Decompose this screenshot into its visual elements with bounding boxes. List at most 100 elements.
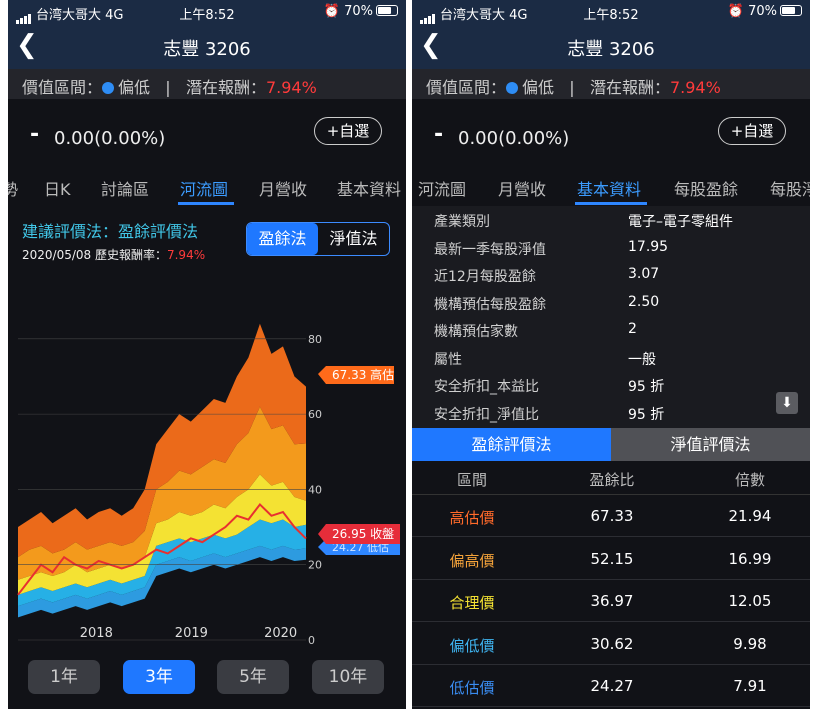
book-value-method-button[interactable]: 淨值法: [318, 223, 389, 255]
row-name: 低估價: [449, 679, 495, 698]
nav-bar: ❮ 志豐 3206: [8, 24, 406, 69]
row-multiple: 16.99: [728, 549, 772, 568]
period-1y-button[interactable]: 1年: [28, 660, 100, 694]
tab-eps[interactable]: 每股盈餘: [674, 176, 738, 200]
x-tick-label: 2020: [264, 626, 297, 641]
header-multiple: 倍數: [734, 471, 765, 489]
info-value: 電子–電子零組件: [628, 214, 733, 230]
river-chart: 020406080 2018 2019 2020 67.33 高估 24.27 低估…: [17, 323, 400, 647]
row-price: 36.97: [590, 592, 634, 611]
battery-percent: 70%: [344, 4, 373, 19]
info-row: 產業類別 電子–電子零組件: [412, 206, 810, 233]
river-header: 建議評價法：盈餘評價法 2020/05/08 歷史報酬率：7.94% 盈餘法 淨…: [8, 210, 406, 266]
header-price: 盈餘比: [589, 471, 635, 489]
info-key: 機構預估家數: [434, 324, 518, 340]
x-tick-label: 2018: [80, 626, 113, 641]
tab-bar: 河流圖 月營收 基本資料 每股盈餘 每股淨: [412, 164, 810, 206]
add-watchlist-button[interactable]: +自選: [718, 117, 786, 145]
row-name: 偏低價: [449, 636, 495, 655]
price-row: - 0.00(0.00%) +自選: [8, 112, 406, 162]
valuation-method-tabs: 盈餘評價法 淨值評價法: [412, 428, 810, 461]
info-value: 一般: [628, 351, 656, 368]
tab-daily-k[interactable]: 日K: [44, 176, 71, 200]
info-row: 最新一季每股淨值 17.95: [412, 234, 810, 261]
tab-basic-info[interactable]: 基本資料: [577, 176, 641, 200]
row-multiple: 9.98: [733, 634, 767, 653]
level-dot-icon: [102, 82, 115, 94]
method-toggle: 盈餘法 淨值法: [246, 222, 390, 256]
reward-label: 潛在報酬：: [589, 78, 670, 97]
book-value-valuation-tab[interactable]: 淨值評價法: [611, 428, 810, 461]
history-date-label: 2020/05/08 歷史報酬率：: [22, 248, 167, 262]
valuation-bar: 價值區間： 偏低 | 潛在報酬：7.94%: [412, 69, 810, 99]
period-3y-button[interactable]: 3年: [123, 660, 195, 694]
add-watchlist-button[interactable]: +自選: [314, 117, 382, 145]
valuation-label: 價值區間：: [426, 78, 507, 97]
table-row: 合理價 36.97 12.05: [412, 580, 810, 623]
period-10y-button[interactable]: 10年: [312, 660, 384, 694]
row-multiple: 21.94: [728, 507, 772, 525]
river-chart-screen: 台湾大哥大 4G 上午8:52 ⏰ 70% ❮ 志豐 3206 價值區間： 偏低 …: [8, 0, 406, 709]
recommended-method: 建議評價法：盈餘評價法: [22, 222, 199, 241]
table-row: 偏高價 52.15 16.99: [412, 538, 810, 580]
valuation-label: 價值區間：: [22, 78, 103, 97]
info-row: 機構預估家數 2: [412, 316, 810, 343]
tab-bar: 勢 日K 討論區 河流圖 月營收 基本資料: [8, 164, 406, 206]
info-row: 屬性 一般: [412, 344, 810, 371]
row-multiple: 12.05: [728, 592, 772, 611]
header-range: 區間: [456, 471, 487, 489]
row-price: 24.27: [590, 677, 634, 696]
info-value: 2.50: [628, 293, 660, 310]
row-price: 52.15: [590, 549, 634, 568]
y-tick-label: 40: [308, 483, 322, 496]
row-multiple: 7.91: [733, 677, 767, 696]
tab-bvps[interactable]: 每股淨: [770, 176, 810, 200]
earnings-method-button[interactable]: 盈餘法: [247, 223, 318, 255]
reward-label: 潛在報酬：: [185, 78, 266, 97]
y-tick-label: 60: [308, 408, 322, 421]
info-row: 機構預估每股盈餘 2.50: [412, 289, 810, 316]
basic-info-list: ⬇ 產業類別 電子–電子零組件 最新一季每股淨值 17.95 近12月每股盈餘 3.07 機…: [412, 206, 810, 428]
info-key: 安全折扣_本益比: [434, 379, 539, 395]
period-5y-button[interactable]: 5年: [217, 660, 289, 694]
row-price: 30.62: [590, 634, 634, 653]
valuation-level: 偏低: [118, 78, 151, 97]
valuation-level: 偏低: [522, 78, 555, 97]
info-key: 近12月每股盈餘: [434, 269, 536, 285]
separator: |: [165, 78, 171, 97]
nav-bar: ❮ 志豐 3206: [412, 24, 810, 69]
tab-monthly-revenue[interactable]: 月營收: [498, 176, 546, 200]
tab-river-chart[interactable]: 河流圖: [180, 176, 228, 200]
basic-info-screen: 台湾大哥大 4G 上午8:52 ⏰ 70% ❮ 志豐 3206 價值區間： 偏低 …: [412, 0, 810, 709]
row-price: 67.33: [590, 507, 634, 525]
battery-percent: 70%: [748, 4, 777, 19]
tab-river-chart[interactable]: 河流圖: [418, 176, 466, 200]
info-value: 3.07: [628, 266, 660, 282]
tab-discussion[interactable]: 討論區: [101, 176, 149, 200]
page-title: 志豐 3206: [567, 39, 655, 60]
high-price-tag: 67.33 高估: [318, 366, 394, 384]
history-return: 7.94%: [166, 248, 206, 262]
separator: |: [569, 78, 575, 97]
alarm-icon: ⏰: [727, 4, 744, 19]
row-name: 高估價: [449, 509, 495, 527]
earnings-valuation-tab[interactable]: 盈餘評價法: [412, 428, 611, 461]
info-value: 2: [628, 321, 637, 337]
tab-monthly-revenue[interactable]: 月營收: [259, 176, 307, 200]
x-tick-label: 2019: [175, 626, 208, 641]
price-change: 0.00(0.00%): [458, 128, 570, 149]
active-tab-indicator: [178, 202, 234, 205]
info-key: 最新一季每股淨值: [434, 241, 546, 258]
close-tag-text: 26.95 收盤: [332, 527, 394, 541]
close-price-tag: 26.95 收盤: [318, 524, 400, 544]
info-key: 機構預估每股盈餘: [434, 296, 546, 313]
status-bar: 台湾大哥大 4G 上午8:52 ⏰ 70%: [412, 0, 810, 24]
valuation-table-header: 區間 盈餘比 倍數: [412, 461, 810, 495]
price-dash: -: [30, 122, 40, 147]
y-tick-label: 80: [308, 333, 322, 346]
table-row: 偏低價 30.62 9.98: [412, 623, 810, 665]
info-row: 安全折扣_本益比 95 折: [412, 371, 810, 398]
tab-basic-info[interactable]: 基本資料: [337, 176, 401, 200]
battery-icon: [376, 5, 398, 16]
tab-trend[interactable]: 勢: [8, 176, 18, 200]
